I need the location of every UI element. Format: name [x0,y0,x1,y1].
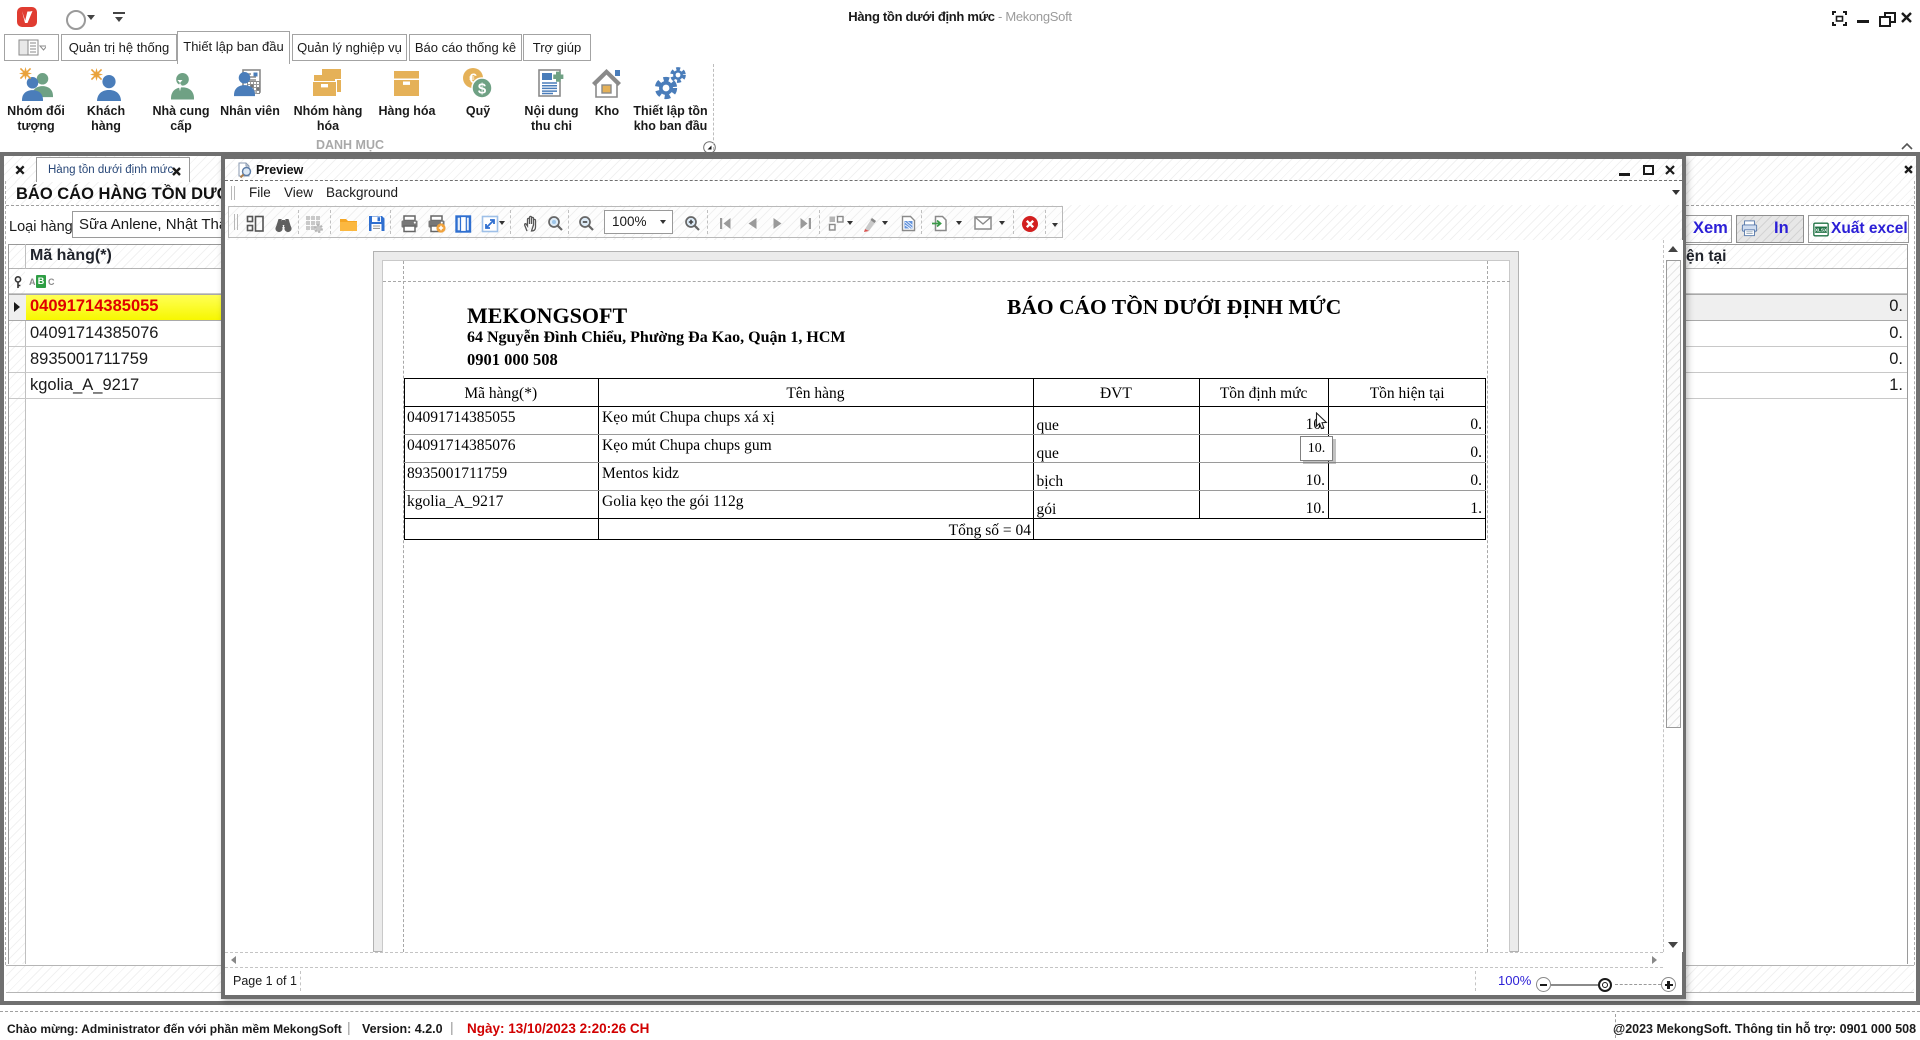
svg-text:XLSX: XLSX [1815,228,1828,233]
svg-text:$: $ [478,81,487,98]
